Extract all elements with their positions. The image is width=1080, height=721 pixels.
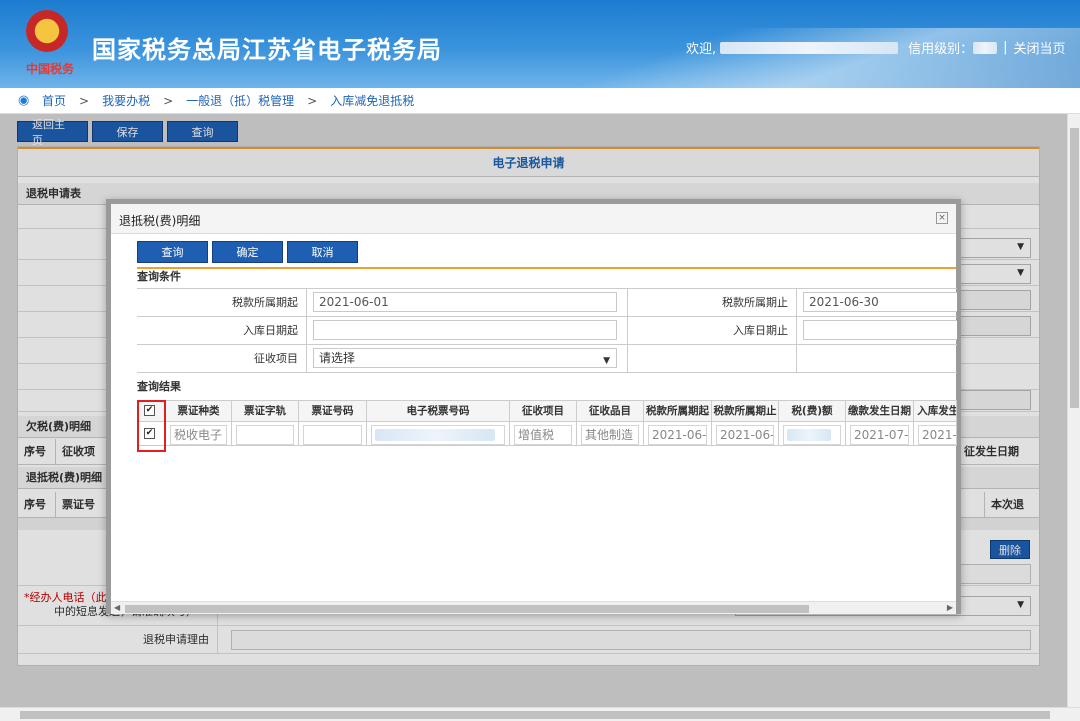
levy-item-value-cell: 增值税 bbox=[514, 425, 572, 445]
dialog-title: 退抵税(费)明细 bbox=[119, 214, 201, 228]
cell-amount bbox=[779, 421, 846, 445]
redacted-username bbox=[720, 41, 899, 54]
storage-date-end-input[interactable] bbox=[803, 320, 957, 340]
col-e-ticket-no: 电子税票号码 bbox=[367, 401, 510, 421]
page-vertical-scrollbar[interactable] bbox=[1067, 114, 1080, 707]
cell-levy-item: 增值税 bbox=[510, 421, 577, 445]
col-amount: 税(费)额 bbox=[779, 401, 846, 421]
voucher-type-value: 税收电子 bbox=[170, 425, 227, 445]
tax-emblem-icon bbox=[26, 10, 68, 52]
location-pin-icon: ◉ bbox=[18, 92, 30, 108]
tax-period-start-label: 税款所属期起 bbox=[137, 289, 307, 317]
voucher-track-value bbox=[236, 425, 294, 445]
dialog-query-button[interactable]: 查询 bbox=[137, 241, 208, 263]
levy-item-label: 征收项目 bbox=[137, 345, 307, 373]
storage-date-end-label: 入库日期止 bbox=[627, 317, 797, 345]
col-levy-category: 征收品目 bbox=[577, 401, 644, 421]
cell-pay-date: 2021-07- bbox=[846, 421, 914, 445]
results-table: ✔ 票证种类 票证字轨 票证号码 电子税票号码 征收项目 征收品目 税款所属期起… bbox=[137, 400, 957, 446]
cell-e-ticket-no bbox=[367, 421, 510, 445]
cell-period-start: 2021-06- bbox=[644, 421, 712, 445]
storage-date-start-input[interactable] bbox=[313, 320, 617, 340]
levy-item-value: 请选择 bbox=[319, 351, 356, 365]
col-storage-date: 入库发生日 bbox=[914, 401, 956, 421]
breadcrumb-current[interactable]: 入库减免退抵税 bbox=[330, 92, 414, 109]
cell-voucher-no bbox=[299, 421, 367, 445]
credit-label: 信用级别： bbox=[908, 42, 974, 57]
pay-date-value: 2021-07- bbox=[850, 425, 909, 445]
query-row: 征收项目 请选择 ▼ bbox=[137, 345, 957, 373]
header-background-mountain bbox=[520, 28, 1080, 88]
dialog-confirm-button[interactable]: 确定 bbox=[212, 241, 283, 263]
breadcrumb-tax-handling[interactable]: 我要办税 bbox=[102, 92, 150, 109]
orange-divider bbox=[137, 267, 956, 269]
tax-period-end-label: 税款所属期止 bbox=[627, 289, 797, 317]
col-levy-item: 征收项目 bbox=[510, 401, 577, 421]
col-voucher-type: 票证种类 bbox=[166, 401, 232, 421]
col-voucher-track: 票证字轨 bbox=[232, 401, 299, 421]
breadcrumb-refund-management[interactable]: 一般退（抵）税管理 bbox=[186, 92, 294, 109]
query-row: 入库日期起 入库日期止 bbox=[137, 317, 957, 345]
levy-category-value: 其他制造 bbox=[581, 425, 639, 445]
scroll-thumb[interactable] bbox=[20, 711, 1050, 719]
tax-period-start-input[interactable]: 2021-06-01 bbox=[313, 292, 617, 312]
close-page-link[interactable]: 关闭当页 bbox=[1014, 38, 1066, 57]
redacted-bar bbox=[787, 429, 831, 441]
scroll-right-icon[interactable]: ▶ bbox=[947, 603, 953, 612]
page-horizontal-scrollbar[interactable] bbox=[0, 707, 1080, 721]
cell-voucher-track bbox=[232, 421, 299, 445]
site-header: 中国税务 国家税务总局江苏省电子税务局 欢迎, 信用级别： | 关闭当页 bbox=[0, 0, 1080, 88]
col-voucher-no: 票证号码 bbox=[299, 401, 367, 421]
dialog-cancel-button[interactable]: 取消 bbox=[287, 241, 358, 263]
col-pay-date: 缴款发生日期 bbox=[846, 401, 914, 421]
close-icon[interactable]: × bbox=[936, 212, 948, 224]
query-conditions-table: 税款所属期起 2021-06-01 税款所属期止 2021-06-30 入库日期… bbox=[137, 288, 957, 373]
scroll-thumb[interactable] bbox=[1070, 128, 1079, 408]
query-conditions-title: 查询条件 bbox=[137, 270, 181, 283]
scroll-thumb[interactable] bbox=[125, 605, 809, 613]
breadcrumb-separator: > bbox=[307, 93, 318, 108]
cell-levy-category: 其他制造 bbox=[577, 421, 644, 445]
user-bar: 欢迎, 信用级别： | 关闭当页 bbox=[686, 38, 1066, 57]
welcome-text: 欢迎, bbox=[686, 42, 717, 57]
dialog-header: 退抵税(费)明细 × bbox=[111, 204, 956, 234]
col-period-start: 税款所属期起 bbox=[644, 401, 712, 421]
breadcrumb-separator: > bbox=[79, 93, 90, 108]
cell-voucher-type: 税收电子 bbox=[166, 421, 232, 445]
header-separator: | bbox=[1003, 40, 1008, 55]
dialog-buttons: 查询 确定 取消 bbox=[137, 241, 358, 263]
period-end-value: 2021-06- bbox=[716, 425, 774, 445]
site-title: 国家税务总局江苏省电子税务局 bbox=[92, 36, 442, 64]
cell-period-end: 2021-06- bbox=[712, 421, 779, 445]
amount-redacted bbox=[783, 425, 841, 445]
voucher-no-value bbox=[303, 425, 362, 445]
storage-date-value: 2021-0 bbox=[918, 425, 956, 445]
breadcrumb-separator: > bbox=[163, 93, 174, 108]
cell-storage-date: 2021-0 bbox=[914, 421, 956, 445]
redacted-credit-level bbox=[973, 41, 998, 54]
query-results-title: 查询结果 bbox=[137, 380, 181, 393]
levy-item-select[interactable]: 请选择 ▼ bbox=[313, 348, 617, 368]
tax-period-end-input[interactable]: 2021-06-30 bbox=[803, 292, 957, 312]
refund-detail-dialog: 退抵税(费)明细 × 查询 确定 取消 查询条件 税款所属期起 2021-06-… bbox=[106, 199, 961, 614]
storage-date-start-label: 入库日期起 bbox=[137, 317, 307, 345]
scroll-left-icon[interactable]: ◀ bbox=[114, 603, 120, 612]
redacted-bar bbox=[375, 429, 495, 441]
e-ticket-no-redacted bbox=[371, 425, 505, 445]
period-start-value: 2021-06- bbox=[648, 425, 707, 445]
query-row: 税款所属期起 2021-06-01 税款所属期止 2021-06-30 bbox=[137, 289, 957, 317]
col-period-end: 税款所属期止 bbox=[712, 401, 779, 421]
dialog-horizontal-scrollbar[interactable]: ◀ ▶ bbox=[111, 601, 956, 614]
breadcrumb-home[interactable]: 首页 bbox=[42, 92, 66, 109]
breadcrumb: ◉ 首页 > 我要办税 > 一般退（抵）税管理 > 入库减免退抵税 bbox=[0, 88, 1080, 114]
emblem-caption: 中国税务 bbox=[26, 62, 75, 76]
empty-cell bbox=[627, 345, 797, 373]
checkbox-highlight-annotation bbox=[137, 400, 166, 452]
chevron-down-icon: ▼ bbox=[603, 356, 610, 366]
